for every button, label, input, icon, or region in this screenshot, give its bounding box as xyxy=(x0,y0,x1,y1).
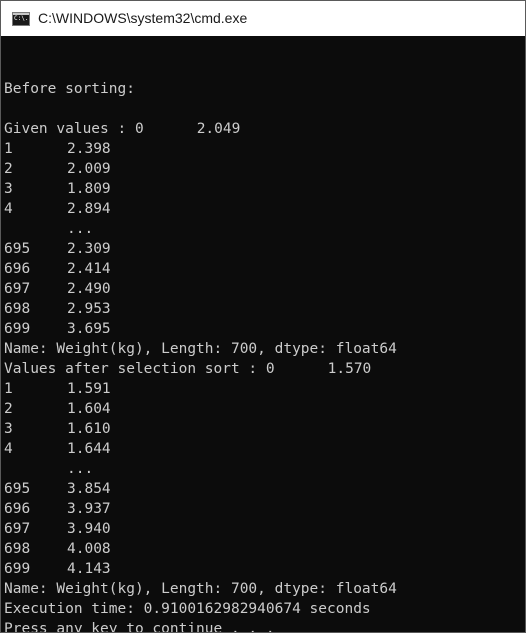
console-line: Press any key to continue . . . xyxy=(4,619,525,633)
console-line: 697 2.490 xyxy=(4,279,525,299)
console-line-value: 1.604 xyxy=(67,401,111,417)
console-line-value: 2.490 xyxy=(67,281,111,297)
console-line-left: 699 xyxy=(4,561,31,577)
console-line-left: 1 xyxy=(4,141,13,157)
console-line-left: 697 xyxy=(4,521,31,537)
console-line: 695 2.309 xyxy=(4,239,525,259)
console-line-value: 1.591 xyxy=(67,381,111,397)
console-line-left: Press any key to continue . . . xyxy=(4,621,275,633)
console-line-left: Name: Weight(kg), Length: 700, dtype: fl… xyxy=(4,341,397,357)
console-line-left: 698 xyxy=(4,301,31,317)
console-line: 1 1.591 xyxy=(4,379,525,399)
console-line-left: 699 xyxy=(4,321,31,337)
console-line: 1 2.398 xyxy=(4,139,525,159)
window-title: C:\WINDOWS\system32\cmd.exe xyxy=(38,10,248,26)
console-line-value: 2.414 xyxy=(67,261,111,277)
console-line-value: 3.695 xyxy=(67,321,111,337)
console-line: Before sorting: xyxy=(4,79,525,99)
console-line-left: 696 xyxy=(4,501,31,517)
console-line-value: 4.008 xyxy=(67,541,111,557)
console-line-value: 1.610 xyxy=(67,421,111,437)
console-line-value: 2.894 xyxy=(67,201,111,217)
console-line: 2 1.604 xyxy=(4,399,525,419)
console-line-value: 2.953 xyxy=(67,301,111,317)
console-line: 696 2.414 xyxy=(4,259,525,279)
console-line-left: Execution time: 0.9100162982940674 secon… xyxy=(4,601,371,617)
console-line: 697 3.940 xyxy=(4,519,525,539)
console-line: 3 1.809 xyxy=(4,179,525,199)
title-bar[interactable]: C:\. C:\WINDOWS\system32\cmd.exe xyxy=(1,1,525,36)
console-line-value: ... xyxy=(67,461,94,477)
console-line-left: Given values : 0 xyxy=(4,121,144,137)
console-line-left: Before sorting: xyxy=(4,81,135,97)
console-line-left: 698 xyxy=(4,541,31,557)
console-line-left: 696 xyxy=(4,261,31,277)
console-line: ... xyxy=(4,219,525,239)
console-line-left: 4 xyxy=(4,201,13,217)
console-line-left: 1 xyxy=(4,381,13,397)
console-line: Values after selection sort : 0 1.570 xyxy=(4,359,525,379)
console-line-left: Name: Weight(kg), Length: 700, dtype: fl… xyxy=(4,581,397,597)
console-line: Execution time: 0.9100162982940674 secon… xyxy=(4,599,525,619)
console-line-value: ... xyxy=(67,221,94,237)
console-line: Name: Weight(kg), Length: 700, dtype: fl… xyxy=(4,579,525,599)
console-line-value: 1.809 xyxy=(67,181,111,197)
console-line: 3 1.610 xyxy=(4,419,525,439)
console-line: Given values : 0 2.049 xyxy=(4,119,525,139)
console-line: ... xyxy=(4,459,525,479)
console-output[interactable]: Before sorting: Given values : 0 2.049 1 2.3… xyxy=(4,59,525,633)
console-line-left: 697 xyxy=(4,281,31,297)
console-line-value: 3.937 xyxy=(67,501,111,517)
console-line-left: 695 xyxy=(4,241,31,257)
console-line: 698 4.008 xyxy=(4,539,525,559)
cmd-window: C:\. C:\WINDOWS\system32\cmd.exe Before … xyxy=(0,0,526,633)
console-line-left: Values after selection sort : 0 xyxy=(4,361,275,377)
console-line-value: 1.644 xyxy=(67,441,111,457)
console-line-value: 2.049 xyxy=(196,121,241,137)
console-line: 2 2.009 xyxy=(4,159,525,179)
console-line-left: 3 xyxy=(4,181,13,197)
console-line: 4 1.644 xyxy=(4,439,525,459)
console-line: Name: Weight(kg), Length: 700, dtype: fl… xyxy=(4,339,525,359)
console-line-left: 3 xyxy=(4,421,13,437)
console-line-value: 3.940 xyxy=(67,521,111,537)
console-line: 695 3.854 xyxy=(4,479,525,499)
console-line-left: 4 xyxy=(4,441,13,457)
console-line-value: 2.398 xyxy=(67,141,111,157)
console-line-value: 4.143 xyxy=(67,561,111,577)
console-line-value: 3.854 xyxy=(67,481,111,497)
console-line-left: 2 xyxy=(4,161,13,177)
console-line: 699 4.143 xyxy=(4,559,525,579)
console-line-left: 695 xyxy=(4,481,31,497)
console-line: 4 2.894 xyxy=(4,199,525,219)
cmd-icon: C:\. xyxy=(12,12,30,26)
console-line-value: 2.309 xyxy=(67,241,111,257)
console-line-value: 1.570 xyxy=(327,361,372,377)
console-line-left: 2 xyxy=(4,401,13,417)
console-line: 699 3.695 xyxy=(4,319,525,339)
console-line: 698 2.953 xyxy=(4,299,525,319)
console-line: 696 3.937 xyxy=(4,499,525,519)
console-line-value: 2.009 xyxy=(67,161,111,177)
